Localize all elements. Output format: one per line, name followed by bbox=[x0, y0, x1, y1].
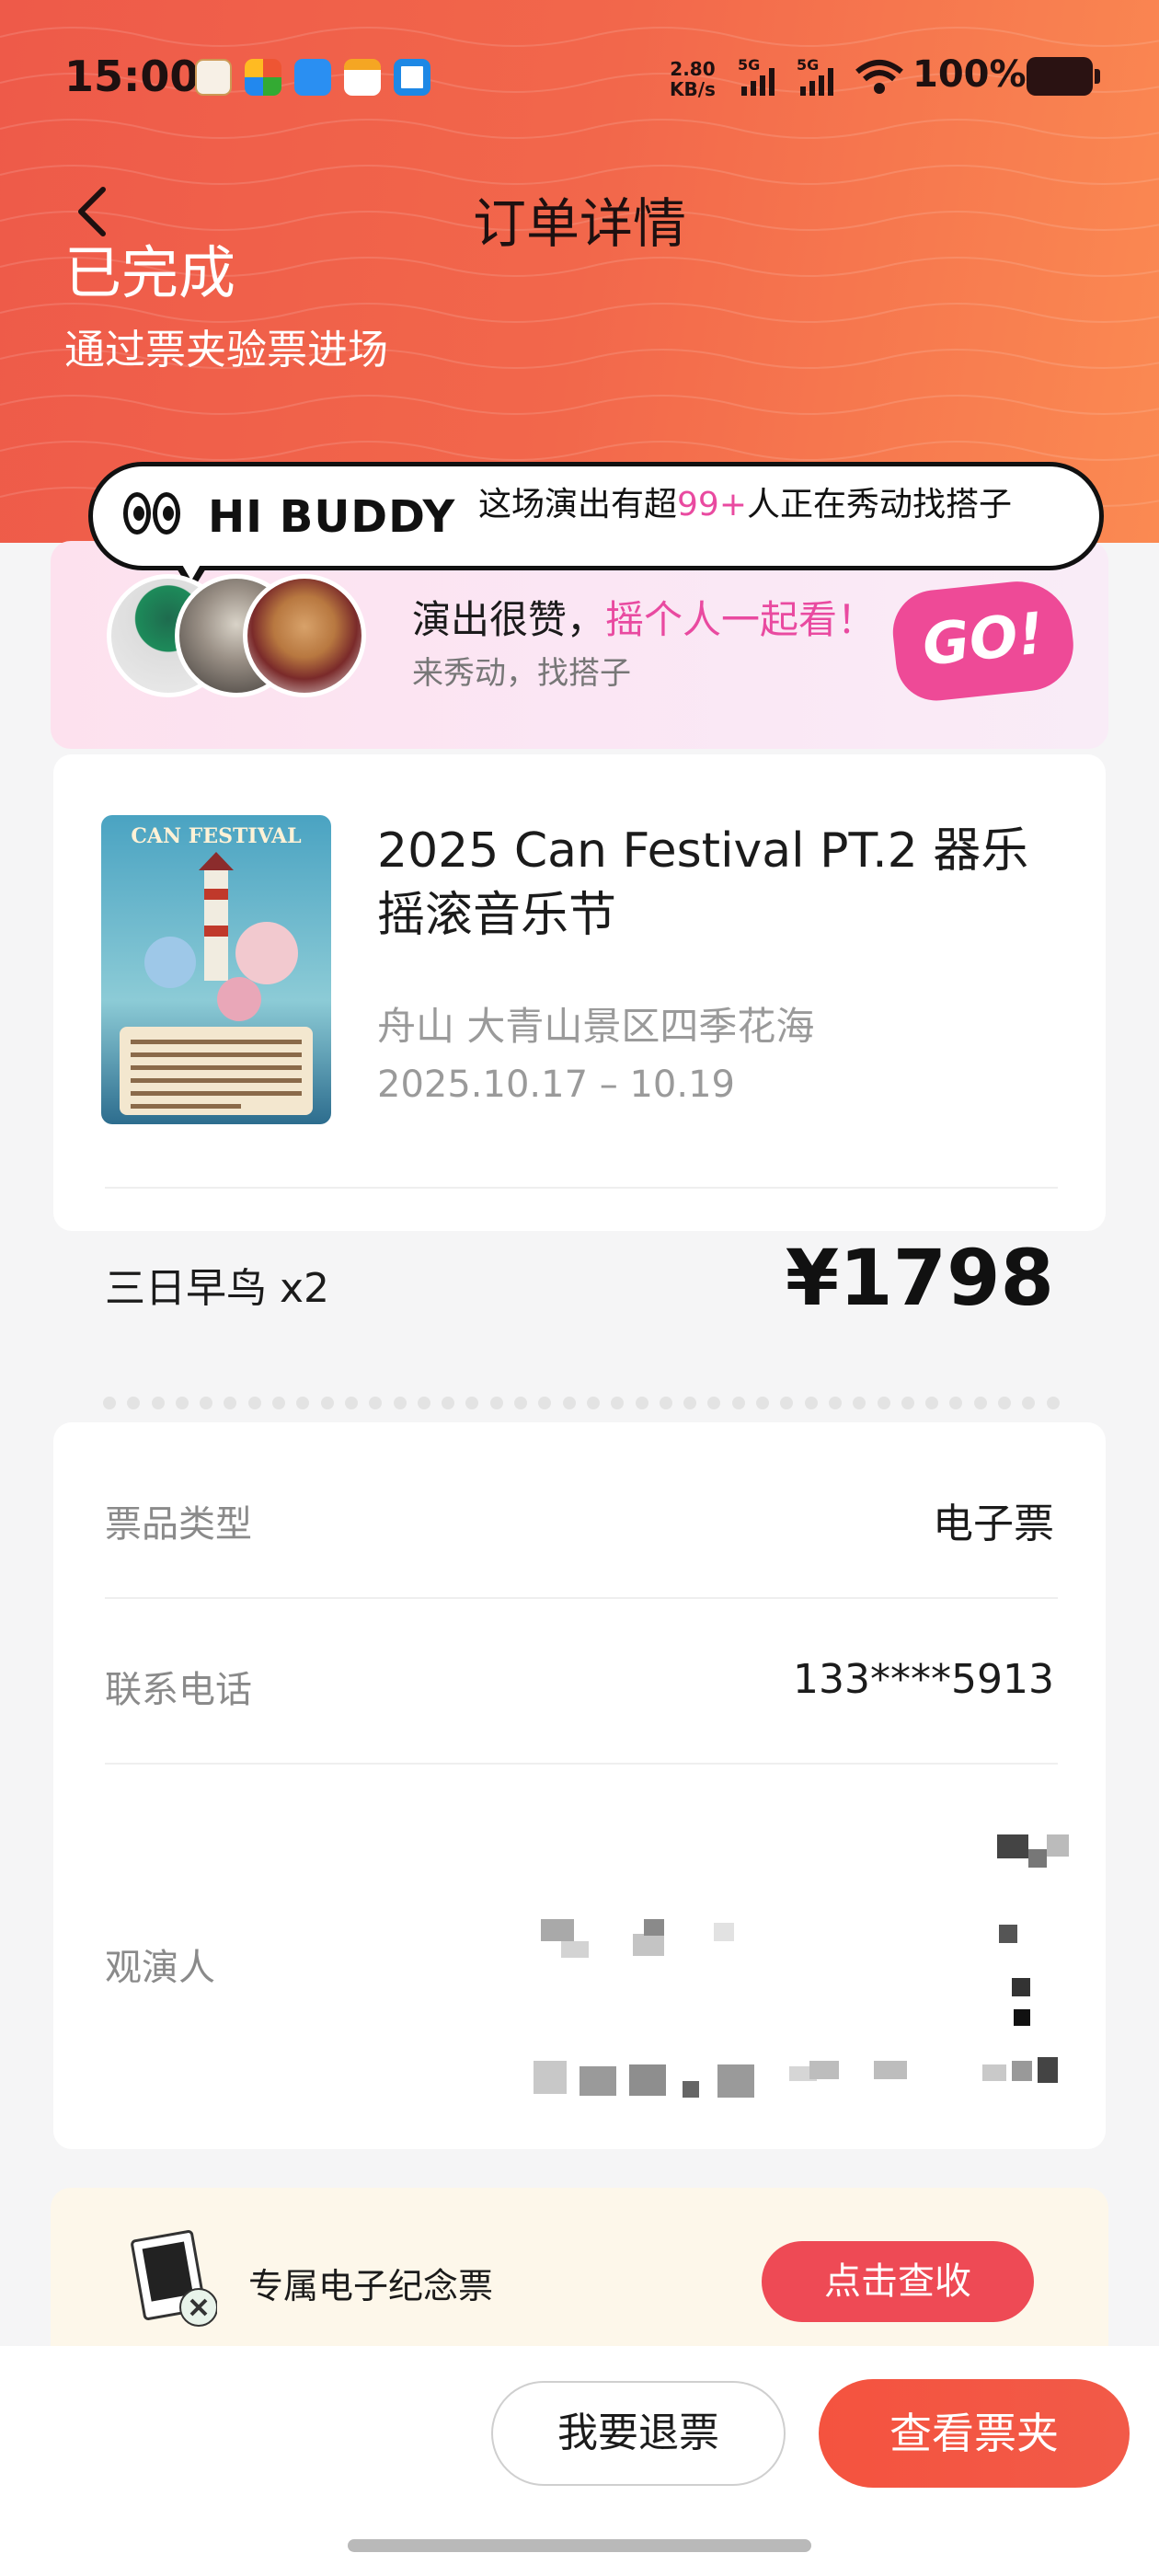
souvenir-label: 专属电子纪念票 bbox=[248, 2266, 494, 2306]
phone-value: 133****5913 bbox=[793, 1656, 1054, 1703]
order-status-subtitle: 通过票夹验票进场 bbox=[64, 327, 388, 374]
home-indicator[interactable] bbox=[348, 2539, 811, 2552]
buddy-bubble-text: 这场演出有超99+人正在秀动找搭子 bbox=[478, 484, 1030, 526]
event-dates: 2025.10.17 – 10.19 bbox=[377, 1064, 735, 1106]
wifi-icon bbox=[855, 60, 903, 94]
battery-icon bbox=[1027, 57, 1100, 96]
event-poster[interactable]: CAN FESTIVAL bbox=[101, 815, 331, 1124]
ticket-price: ¥1798 bbox=[785, 1233, 1054, 1323]
buddy-brand: HI BUDDY bbox=[208, 491, 456, 543]
files-app-icon bbox=[394, 59, 430, 96]
buddy-main-highlight: 摇个人一起看！ bbox=[605, 597, 877, 642]
net-speed-unit: KB/s bbox=[670, 78, 716, 100]
puzzle-app-icon bbox=[245, 59, 281, 96]
buddy-eyes-icon bbox=[123, 492, 180, 535]
go-button[interactable]: GO! bbox=[889, 576, 1078, 705]
svg-text:CAN FESTIVAL: CAN FESTIVAL bbox=[131, 824, 301, 848]
divider bbox=[105, 1597, 1058, 1599]
signal-5g-icon: 5G bbox=[738, 57, 775, 96]
order-status: 已完成 bbox=[64, 239, 236, 306]
buddy-sub-text: 来秀动，找搭子 bbox=[412, 655, 631, 692]
event-name[interactable]: 2025 Can Festival PT.2 器乐摇滚音乐节 bbox=[377, 819, 1076, 948]
ecloud-icon bbox=[294, 59, 331, 96]
bubble-text-post: 人正在秀动找搭子 bbox=[747, 486, 1013, 523]
refund-button[interactable]: 我要退票 bbox=[491, 2381, 786, 2486]
view-ticket-wallet-button[interactable]: 查看票夹 bbox=[819, 2379, 1130, 2488]
bubble-count: 99+ bbox=[677, 486, 747, 523]
notification-icons bbox=[195, 59, 430, 96]
ticket-type: 三日早鸟 x2 bbox=[105, 1265, 330, 1312]
attendee-label: 观演人 bbox=[105, 1947, 215, 1989]
network-speed: 2.80 KB/s bbox=[670, 59, 716, 99]
net-speed-value: 2.80 bbox=[670, 58, 716, 80]
svg-text:5G: 5G bbox=[797, 57, 819, 74]
buddy-main-text: 演出很赞，摇个人一起看！ bbox=[412, 589, 876, 645]
divider bbox=[105, 1763, 1058, 1765]
souvenir-stamp-icon bbox=[131, 2230, 217, 2327]
event-location: 舟山 大青山景区四季花海 bbox=[377, 1004, 815, 1049]
buddy-main-plain: 演出很赞， bbox=[412, 597, 606, 642]
collect-souvenir-button[interactable]: 点击查收 bbox=[762, 2241, 1034, 2322]
divider bbox=[105, 1187, 1058, 1189]
perforation-dots bbox=[103, 1397, 1060, 1409]
calendar-app-icon bbox=[344, 59, 381, 96]
status-time: 15:00 bbox=[64, 52, 200, 101]
browser-icon bbox=[195, 59, 232, 96]
avatar bbox=[243, 574, 366, 697]
phone-label: 联系电话 bbox=[105, 1669, 252, 1711]
battery-percent: 100% bbox=[912, 53, 1027, 96]
signal-5g-icon: 5G bbox=[797, 57, 833, 96]
svg-text:5G: 5G bbox=[738, 57, 760, 74]
ticket-kind-value: 电子票 bbox=[933, 1501, 1054, 1547]
status-bar: 15:00 2.80 KB/s 5G 5G 100% bbox=[0, 0, 1159, 156]
ticket-kind-label: 票品类型 bbox=[105, 1503, 252, 1546]
bubble-text-pre: 这场演出有超 bbox=[478, 486, 678, 523]
